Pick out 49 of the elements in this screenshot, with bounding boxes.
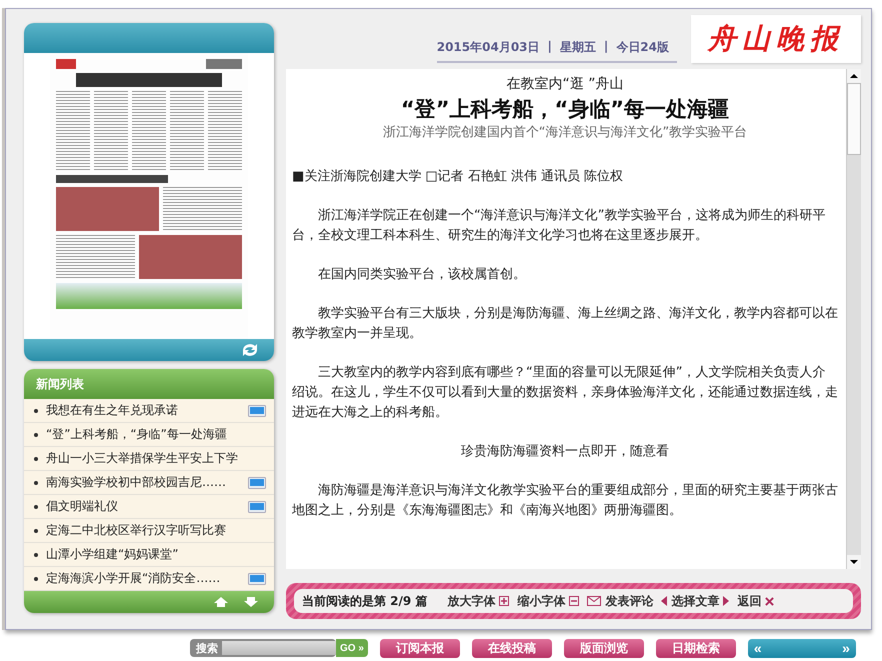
nav-button[interactable]: 版面浏览 bbox=[564, 638, 644, 658]
weekday: 星期五 bbox=[560, 39, 596, 56]
scrollbar[interactable] bbox=[846, 69, 861, 569]
nav-button[interactable]: 订阅本报 bbox=[380, 638, 460, 658]
article-paragraph: 教学实验平台有三大版块，分别是海防海疆、海上丝绸之路、海洋文化，教学内容都可以在教学教室内一并呈现。 bbox=[292, 305, 838, 343]
separator: | bbox=[548, 39, 552, 55]
article-kicker: 在教室内“逛 ”舟山 bbox=[506, 75, 624, 93]
article-paragraph: 海防海疆是海洋意识与海洋文化教学实验平台的重要组成部分，里面的研究主要基于两张古地图之上，分别是《东海海疆图志》和《南海兴地图》两册海疆图。 bbox=[292, 482, 838, 520]
news-list-title: 新闻列表 bbox=[36, 376, 84, 392]
article-byline: ■关注浙海院创建大学 □记者 石艳虹 洪伟 通讯员 陈位权 bbox=[292, 168, 624, 186]
scroll-up-icon[interactable] bbox=[847, 69, 861, 83]
minus-icon bbox=[569, 596, 580, 606]
reading-position: 当前阅读的是第 2/9 篇 bbox=[302, 592, 428, 610]
article-paragraph: 三大教室内的教学内容到底有哪些？“里面的容量可以无限延伸”，人文学院相关负责人介绍说。在这儿，学生不仅可以看到大量的数据资料，亲身体验海洋文化，还能通过数据连线，走进远在大海之上的科考船。 bbox=[292, 364, 838, 422]
down-arrow-icon[interactable] bbox=[244, 597, 258, 607]
envelope-icon bbox=[587, 596, 602, 606]
nav-button[interactable]: 日期检索 bbox=[656, 638, 736, 658]
news-list-item[interactable]: 舟山一小三大举措保学生平安上下学 bbox=[24, 447, 274, 471]
zoom-in-button[interactable]: 放大字体 bbox=[447, 592, 510, 610]
select-article-button[interactable]: 选择文章 bbox=[661, 592, 730, 610]
comment-button[interactable]: 发表评论 bbox=[587, 592, 654, 610]
news-list-item[interactable]: “登”上科考船，“身临”每一处海疆 bbox=[24, 423, 274, 447]
zoom-out-button[interactable]: 缩小字体 bbox=[517, 592, 580, 610]
separator: | bbox=[604, 39, 608, 55]
issue-date: 2015年04月03日 bbox=[436, 39, 540, 56]
article-paragraph: 浙江海洋学院正在创建一个“海洋意识与海洋文化”教学实验平台，这将成为师生的科研平台，全校文理工科本科生、研究生的海洋文化学习也将在这里逐步展开。 bbox=[292, 207, 826, 245]
close-icon bbox=[765, 596, 774, 606]
nav-button[interactable]: 在线投稿 bbox=[472, 638, 552, 658]
article-title: “登”上科考船，“身临”每一处海疆 bbox=[400, 96, 730, 123]
search-field[interactable]: 搜索 bbox=[190, 639, 336, 657]
page-count: 今日24版 bbox=[616, 39, 669, 56]
back-button[interactable]: 返回 bbox=[737, 592, 774, 610]
up-arrow-icon[interactable] bbox=[214, 597, 228, 607]
left-arrow-icon bbox=[661, 596, 668, 606]
refresh-icon[interactable] bbox=[240, 342, 260, 358]
article-subheading: 珍贵海防海疆资料一点即开，随意看 bbox=[460, 443, 670, 461]
newspaper-logo: 舟山晚报 bbox=[691, 15, 861, 63]
search-label: 搜索 bbox=[196, 640, 218, 656]
right-arrow-icon bbox=[723, 596, 730, 606]
news-list-item[interactable]: 倡文明端礼仪 bbox=[24, 495, 274, 519]
news-list-item[interactable]: 南海实验学校初中部校园吉尼…… bbox=[24, 471, 274, 495]
news-list-item[interactable]: 我想在有生之年兑现承诺 bbox=[24, 399, 274, 423]
news-list-item[interactable]: 山潭小学组建“妈妈课堂” bbox=[24, 543, 274, 567]
article-subtitle: 浙江海洋学院创建国内首个“海洋意识与海洋文化”教学实验平台 bbox=[382, 124, 748, 141]
scroll-down-icon[interactable] bbox=[847, 555, 861, 569]
article-paragraph: 在国内同类实验平台，该校属首创。 bbox=[317, 266, 527, 284]
scrollbar-thumb[interactable] bbox=[847, 83, 861, 155]
news-list-item[interactable]: 定海二中北校区举行汉字听写比赛 bbox=[24, 519, 274, 543]
plus-icon bbox=[499, 596, 510, 606]
